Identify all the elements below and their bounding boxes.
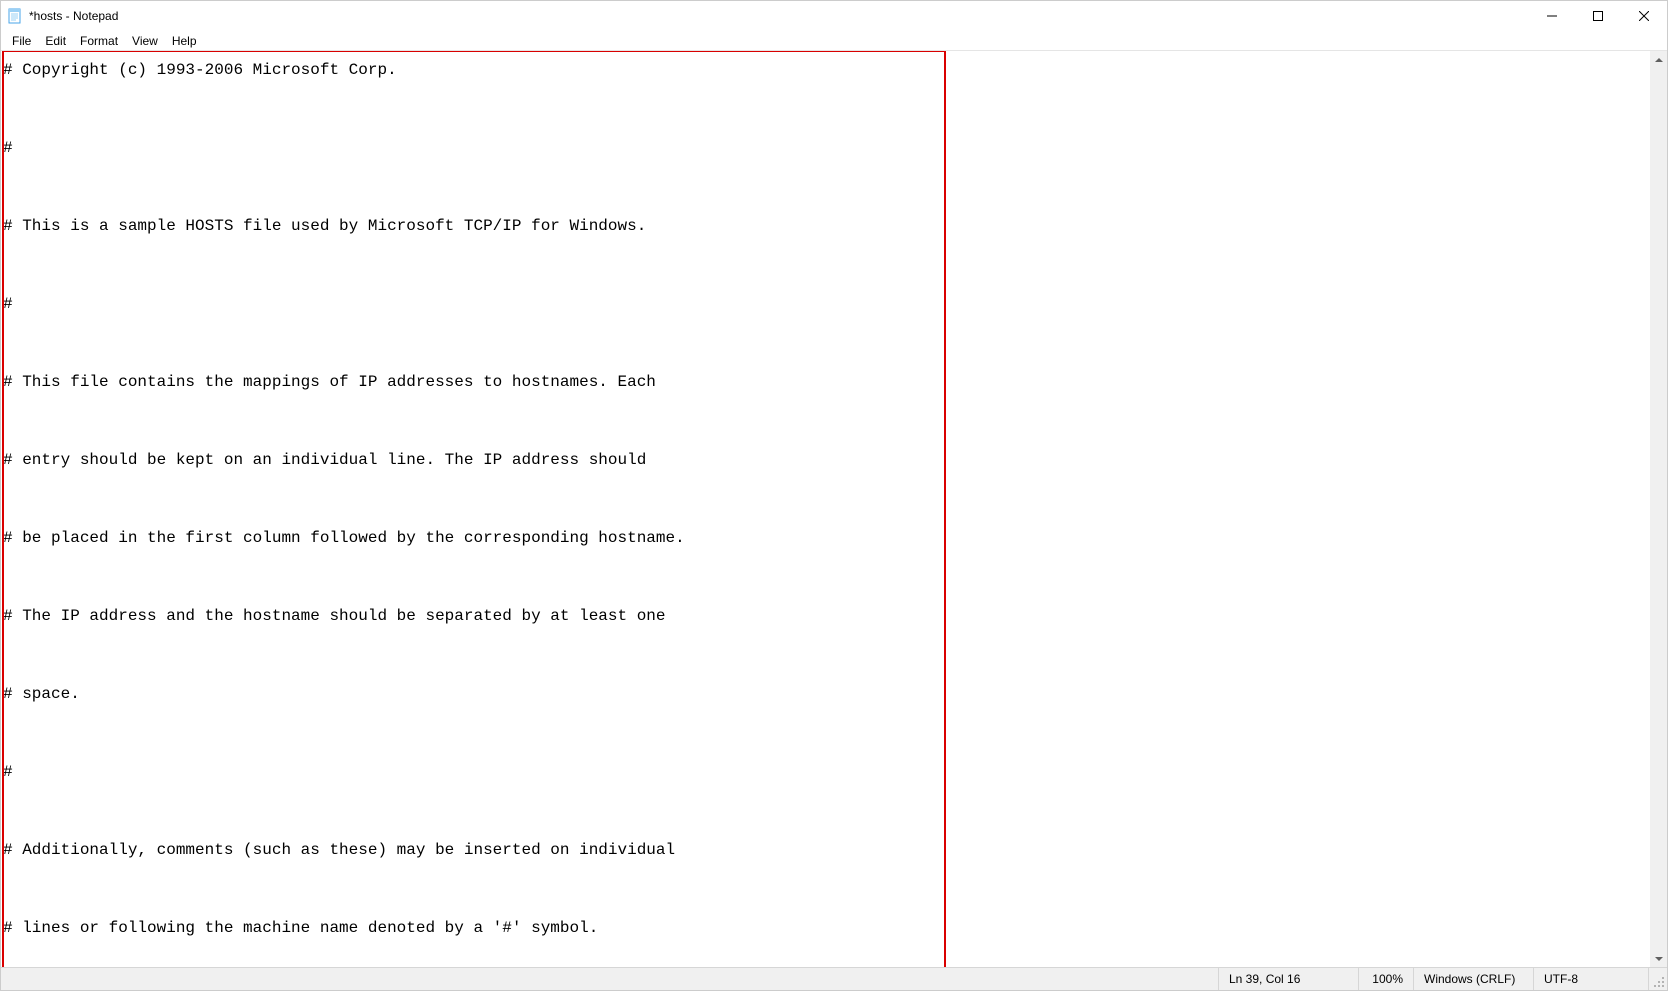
minimize-button[interactable] [1529, 1, 1575, 31]
menu-file[interactable]: File [5, 32, 38, 50]
titlebar-left: *hosts - Notepad [7, 8, 118, 24]
window-title: *hosts - Notepad [29, 9, 118, 23]
status-eol: Windows (CRLF) [1414, 968, 1534, 990]
highlight-box: # Copyright (c) 1993-2006 Microsoft Corp… [3, 51, 945, 967]
notepad-icon [7, 8, 23, 24]
menu-view[interactable]: View [125, 32, 165, 50]
chevron-up-icon [1655, 58, 1663, 62]
vertical-scrollbar[interactable] [1650, 51, 1667, 967]
menu-help[interactable]: Help [165, 32, 204, 50]
notepad-window: *hosts - Notepad File Edit Format View H… [0, 0, 1668, 991]
status-zoom: 100% [1359, 968, 1414, 990]
close-button[interactable] [1621, 1, 1667, 31]
maximize-icon [1593, 11, 1603, 21]
titlebar[interactable]: *hosts - Notepad [1, 1, 1667, 31]
scroll-track[interactable] [1650, 68, 1667, 950]
scroll-up-button[interactable] [1650, 51, 1667, 68]
resize-grip[interactable] [1649, 968, 1667, 990]
text-editor[interactable]: # Copyright (c) 1993-2006 Microsoft Corp… [1, 51, 1650, 967]
status-encoding: UTF-8 [1534, 968, 1649, 990]
menu-format[interactable]: Format [73, 32, 125, 50]
minimize-icon [1547, 11, 1557, 21]
scroll-down-button[interactable] [1650, 950, 1667, 967]
chevron-down-icon [1655, 957, 1663, 961]
statusbar: Ln 39, Col 16 100% Windows (CRLF) UTF-8 [1, 967, 1667, 990]
grip-icon [1653, 976, 1665, 988]
editor-area: # Copyright (c) 1993-2006 Microsoft Corp… [1, 51, 1667, 967]
menubar: File Edit Format View Help [1, 31, 1667, 51]
menu-edit[interactable]: Edit [38, 32, 73, 50]
status-position: Ln 39, Col 16 [1219, 968, 1359, 990]
maximize-button[interactable] [1575, 1, 1621, 31]
window-controls [1529, 1, 1667, 31]
close-icon [1639, 11, 1649, 21]
status-spacer [1, 968, 1219, 990]
